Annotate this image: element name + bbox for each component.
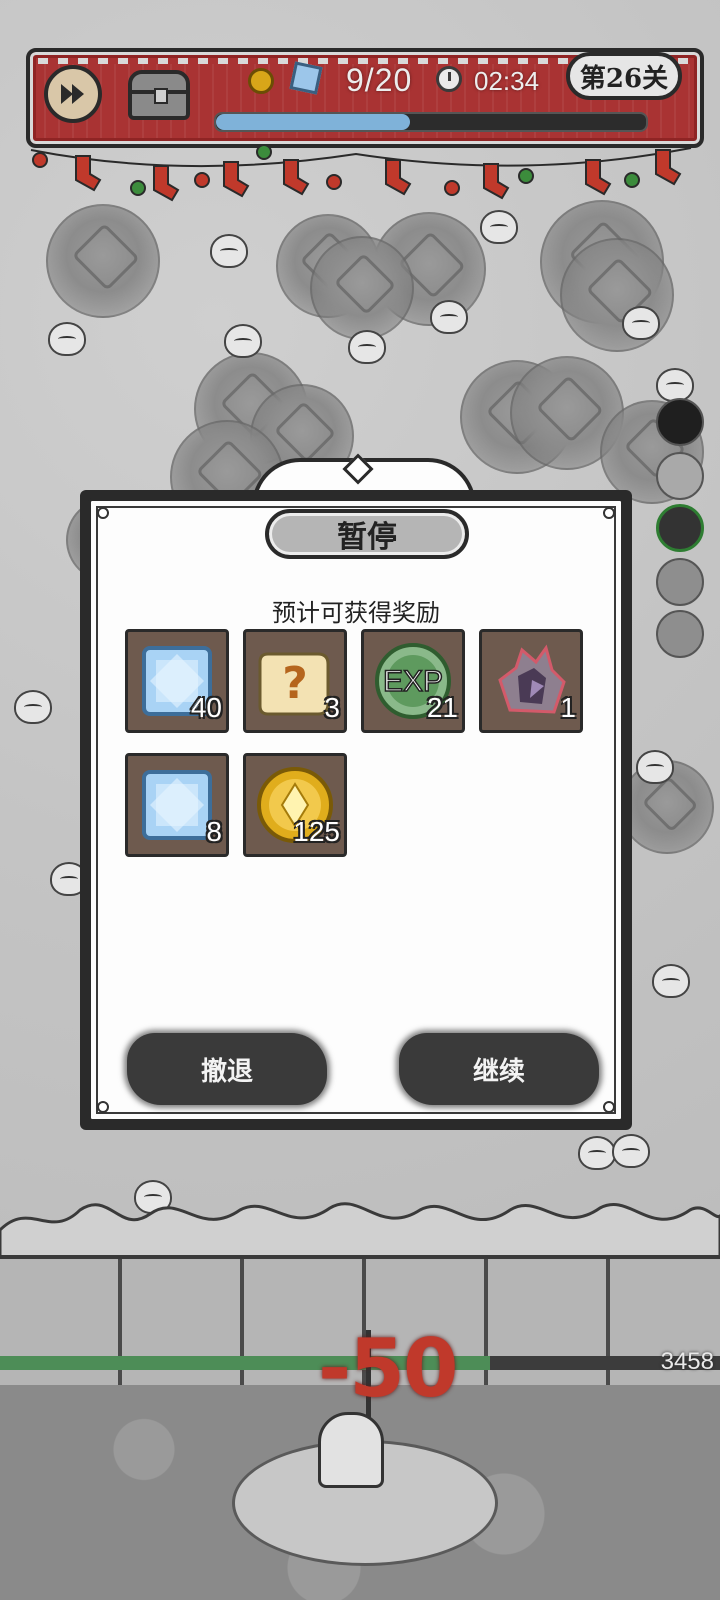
fluff-enemy bbox=[622, 306, 660, 340]
skill-slot-active[interactable] bbox=[656, 504, 704, 552]
fluff-enemy bbox=[210, 234, 248, 268]
rewards-subtitle: 预计可获得奖励 bbox=[272, 599, 440, 627]
reward-count: 8 bbox=[206, 816, 222, 847]
fast-forward-button[interactable] bbox=[44, 65, 102, 123]
treasure-chest-icon[interactable] bbox=[128, 70, 190, 120]
reward-count: 125 bbox=[293, 816, 340, 847]
wave-counter: 9/20 bbox=[346, 62, 413, 98]
reward-item: 125 bbox=[243, 753, 347, 857]
pause-dialog-panel: 暂停 预计可获得奖励 40 ? 3 EXP 21 1 8 125 撤退 继续 bbox=[88, 498, 624, 1122]
reward-count: 21 bbox=[426, 692, 458, 723]
fluff-enemy bbox=[348, 330, 386, 364]
fluff-enemy bbox=[612, 1134, 650, 1168]
fluff-enemy bbox=[656, 368, 694, 402]
christmas-garland bbox=[30, 144, 692, 202]
continue-button[interactable]: 继续 bbox=[399, 1033, 599, 1105]
fluff-enemy bbox=[14, 690, 52, 724]
reward-item: 40 bbox=[125, 629, 229, 733]
corner-ornament bbox=[603, 1101, 615, 1113]
svg-text:?: ? bbox=[282, 658, 308, 709]
corner-ornament bbox=[603, 507, 615, 519]
gold-coin-icon bbox=[248, 68, 274, 94]
corner-ornament bbox=[97, 507, 109, 519]
fire-barrier bbox=[0, 1202, 720, 1260]
dialog-title: 暂停 bbox=[265, 509, 469, 559]
level-label: 第26关 bbox=[566, 52, 682, 100]
damage-number: -50 bbox=[318, 1322, 459, 1415]
fluff-enemy bbox=[652, 964, 690, 998]
clock-icon bbox=[436, 66, 462, 92]
fluff-enemy bbox=[224, 324, 262, 358]
wall-hp-value: 3458 bbox=[660, 1348, 714, 1375]
stage-timer: 02:34 bbox=[474, 66, 540, 96]
skill-slot-dark[interactable] bbox=[656, 398, 704, 446]
golem-enemy bbox=[310, 236, 414, 340]
retreat-button[interactable]: 撤退 bbox=[127, 1033, 327, 1105]
corner-ornament bbox=[97, 1101, 109, 1113]
reward-item: EXP 21 bbox=[361, 629, 465, 733]
reward-item: 1 bbox=[479, 629, 583, 733]
golem-enemy bbox=[560, 238, 674, 352]
skill-slot-empty[interactable] bbox=[656, 558, 704, 606]
hero-wizard bbox=[318, 1412, 384, 1488]
golem-enemy bbox=[46, 204, 160, 318]
wave-progress-bar bbox=[214, 112, 648, 132]
skill-slot-empty[interactable] bbox=[656, 610, 704, 658]
fluff-enemy bbox=[48, 322, 86, 356]
fluff-enemy bbox=[430, 300, 468, 334]
reward-count: 3 bbox=[324, 692, 340, 723]
reward-count: 40 bbox=[190, 692, 222, 723]
fluff-enemy bbox=[636, 750, 674, 784]
reward-count: 1 bbox=[560, 692, 576, 723]
wave-progress-fill bbox=[216, 114, 410, 130]
blue-gem-icon bbox=[289, 61, 323, 95]
fast-forward-icon bbox=[61, 84, 84, 104]
skill-slot-burst[interactable] bbox=[656, 452, 704, 500]
reward-item: ? 3 bbox=[243, 629, 347, 733]
fluff-enemy bbox=[578, 1136, 616, 1170]
pause-dialog: 暂停 预计可获得奖励 40 ? 3 EXP 21 1 8 125 撤退 继续 bbox=[80, 490, 632, 1130]
reward-item: 8 bbox=[125, 753, 229, 857]
